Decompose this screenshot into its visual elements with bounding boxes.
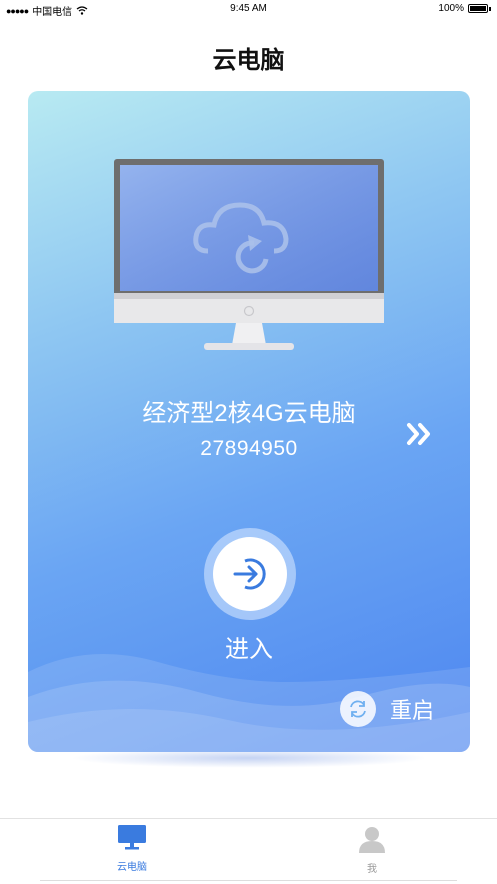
status-right: 100%: [438, 3, 491, 14]
status-bar: ●●●●● 中国电信 9:45 AM 100%: [0, 0, 497, 18]
tab-cloud-computer[interactable]: 云电脑: [72, 825, 192, 873]
restart-button[interactable]: 重启: [340, 691, 434, 727]
enter-button[interactable]: [204, 528, 296, 620]
tab-label: 我: [367, 864, 377, 875]
refresh-icon-glyph: [350, 700, 366, 718]
status-time: 9:45 AM: [230, 3, 267, 14]
battery-tip: [489, 6, 491, 11]
enter-button-inner: [213, 537, 287, 611]
restart-label: 重启: [390, 698, 435, 723]
tab-me[interactable]: 我: [312, 825, 432, 875]
double-chevron-right-icon[interactable]: [406, 421, 436, 447]
monitor-cloud-illustration: [114, 159, 384, 350]
enter-icon: [233, 558, 266, 590]
refresh-icon: [340, 691, 376, 727]
tab-bar: 云电脑 我: [0, 818, 497, 884]
computer-card[interactable]: 经济型2核4G云电脑 27894950 进入 重启: [28, 91, 470, 752]
page-title: 云电脑: [212, 47, 285, 74]
computer-name: 经济型2核4G云电脑: [142, 400, 356, 427]
computer-id: 27894950: [200, 437, 298, 460]
tab-label: 云电脑: [117, 862, 147, 873]
home-indicator: [40, 880, 457, 881]
monitor-icon: [118, 825, 146, 850]
user-icon: [359, 827, 385, 853]
battery-icon: [468, 4, 488, 13]
battery-percent: 100%: [438, 3, 464, 14]
